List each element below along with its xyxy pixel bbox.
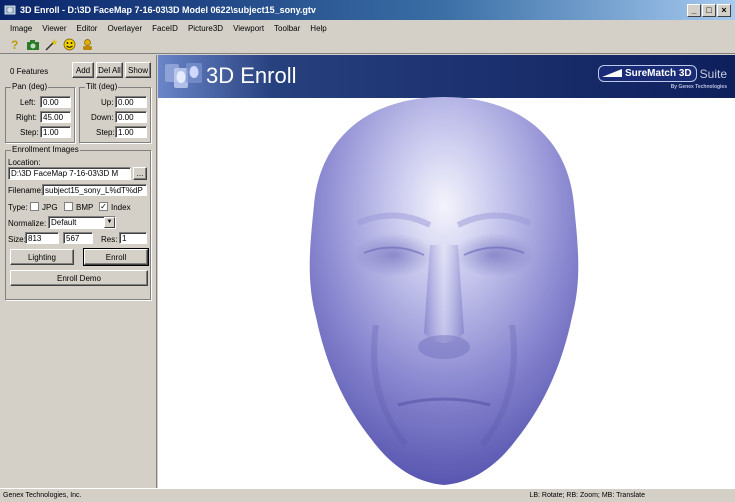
index-checkbox[interactable]: ✓ (99, 202, 108, 211)
title-bar: 3D Enroll - D:\3D FaceMap 7-16-03\3D Mod… (0, 0, 735, 20)
menu-bar: Image Viewer Editor Overlayer FaceID Pic… (0, 20, 735, 36)
brand-name: SureMatch 3D (624, 68, 692, 79)
index-label: Index (111, 203, 131, 212)
menu-overlayer[interactable]: Overlayer (105, 24, 144, 33)
menu-help[interactable]: Help (308, 24, 328, 33)
banner: 3D Enroll SureMatch 3D Suite By Genex Te… (158, 55, 735, 98)
banner-title: 3D Enroll (206, 63, 297, 88)
features-count: 0 Features (10, 67, 49, 76)
res-input[interactable]: 1 (119, 232, 147, 244)
menu-toolbar[interactable]: Toolbar (272, 24, 302, 33)
tilt-up-label: Up: (101, 98, 114, 107)
jpg-checkbox[interactable] (30, 202, 39, 211)
status-bar: Genex Technologies, Inc. LB: Rotate; RB:… (0, 488, 735, 502)
tilt-up-input[interactable]: 0.00 (115, 96, 147, 108)
pan-right-input[interactable]: 45.00 (40, 111, 71, 123)
browse-button[interactable]: ... (133, 167, 147, 180)
viewport[interactable]: 3D Enroll SureMatch 3D Suite By Genex Te… (158, 55, 735, 488)
menu-image[interactable]: Image (8, 24, 34, 33)
pan-right-label: Right: (16, 113, 37, 122)
normalize-label: Normalize: (8, 219, 47, 228)
pan-group-title: Pan (deg) (11, 82, 49, 91)
tilt-down-label: Down: (91, 113, 114, 122)
type-label: Type: (8, 203, 28, 212)
delete-all-button[interactable]: Del All (96, 62, 123, 78)
enroll-button[interactable]: Enroll (83, 248, 149, 266)
tilt-down-input[interactable]: 0.00 (115, 111, 147, 123)
company-label: Genex Technologies, Inc. (3, 492, 82, 499)
enroll-demo-button[interactable]: Enroll Demo (10, 270, 148, 286)
size-width-input[interactable]: 813 (25, 232, 59, 244)
tilt-group-title: Tilt (deg) (85, 82, 119, 91)
magic-icon[interactable] (44, 38, 58, 52)
menu-viewport[interactable]: Viewport (231, 24, 266, 33)
lighting-button[interactable]: Lighting (10, 249, 74, 265)
enrollment-group-title: Enrollment Images (11, 145, 80, 154)
bmp-checkbox[interactable] (64, 202, 73, 211)
bmp-label: BMP (76, 203, 94, 212)
add-feature-button[interactable]: Add (72, 62, 94, 78)
camera-icon[interactable] (26, 38, 40, 52)
filename-label: Filename: (8, 186, 44, 195)
maximize-button[interactable]: □ (702, 3, 716, 17)
filename-input[interactable]: subject15_sony_L%dT%dP (42, 184, 147, 196)
face-model[interactable] (306, 95, 582, 488)
pan-step-label: Step: (20, 128, 39, 137)
size-label: Size: (8, 235, 26, 244)
face-icon[interactable] (62, 38, 76, 52)
menu-viewer[interactable]: Viewer (40, 24, 68, 33)
mouse-hint: LB: Rotate; RB: Zoom; MB: Translate (529, 492, 645, 499)
brand-suite: Suite (699, 66, 727, 81)
window-title: 3D Enroll - D:\3D FaceMap 7-16-03\3D Mod… (20, 5, 316, 15)
minimize-button[interactable]: _ (687, 3, 701, 17)
res-label: Res: (101, 235, 118, 244)
pan-left-label: Left: (20, 98, 36, 107)
swoosh-icon (601, 69, 622, 77)
byline: By Genex Technologies (670, 84, 727, 90)
show-features-button[interactable]: Show (125, 62, 151, 78)
svg-text:?: ? (11, 38, 18, 51)
size-height-input[interactable]: 567 (63, 232, 93, 244)
menu-picture3d[interactable]: Picture3D (186, 24, 225, 33)
tilt-step-label: Step: (96, 128, 115, 137)
location-label: Location: (8, 158, 41, 167)
pan-left-input[interactable]: 0.00 (40, 96, 71, 108)
normalize-select[interactable]: Default ▼ (48, 216, 116, 229)
pan-step-input[interactable]: 1.00 (40, 126, 71, 138)
toolbar: ? (0, 36, 735, 54)
app-icon (4, 5, 16, 15)
location-input[interactable]: D:\3D FaceMap 7-16-03\3D M (8, 167, 131, 180)
chevron-down-icon[interactable]: ▼ (104, 217, 115, 228)
faces-logo-icon (165, 63, 202, 88)
user-icon[interactable] (80, 38, 94, 52)
suremark-logo: SureMatch 3D Suite (597, 65, 727, 82)
control-panel: 0 Features Add Del All Show Pan (deg) Le… (0, 55, 157, 488)
normalize-value: Default (51, 218, 77, 227)
menu-faceid[interactable]: FaceID (150, 24, 180, 33)
help-icon[interactable]: ? (8, 38, 22, 52)
tilt-step-input[interactable]: 1.00 (115, 126, 147, 138)
jpg-label: JPG (42, 203, 58, 212)
close-button[interactable]: × (717, 3, 731, 17)
menu-editor[interactable]: Editor (75, 24, 100, 33)
suremark-pill: SureMatch 3D (597, 65, 697, 82)
